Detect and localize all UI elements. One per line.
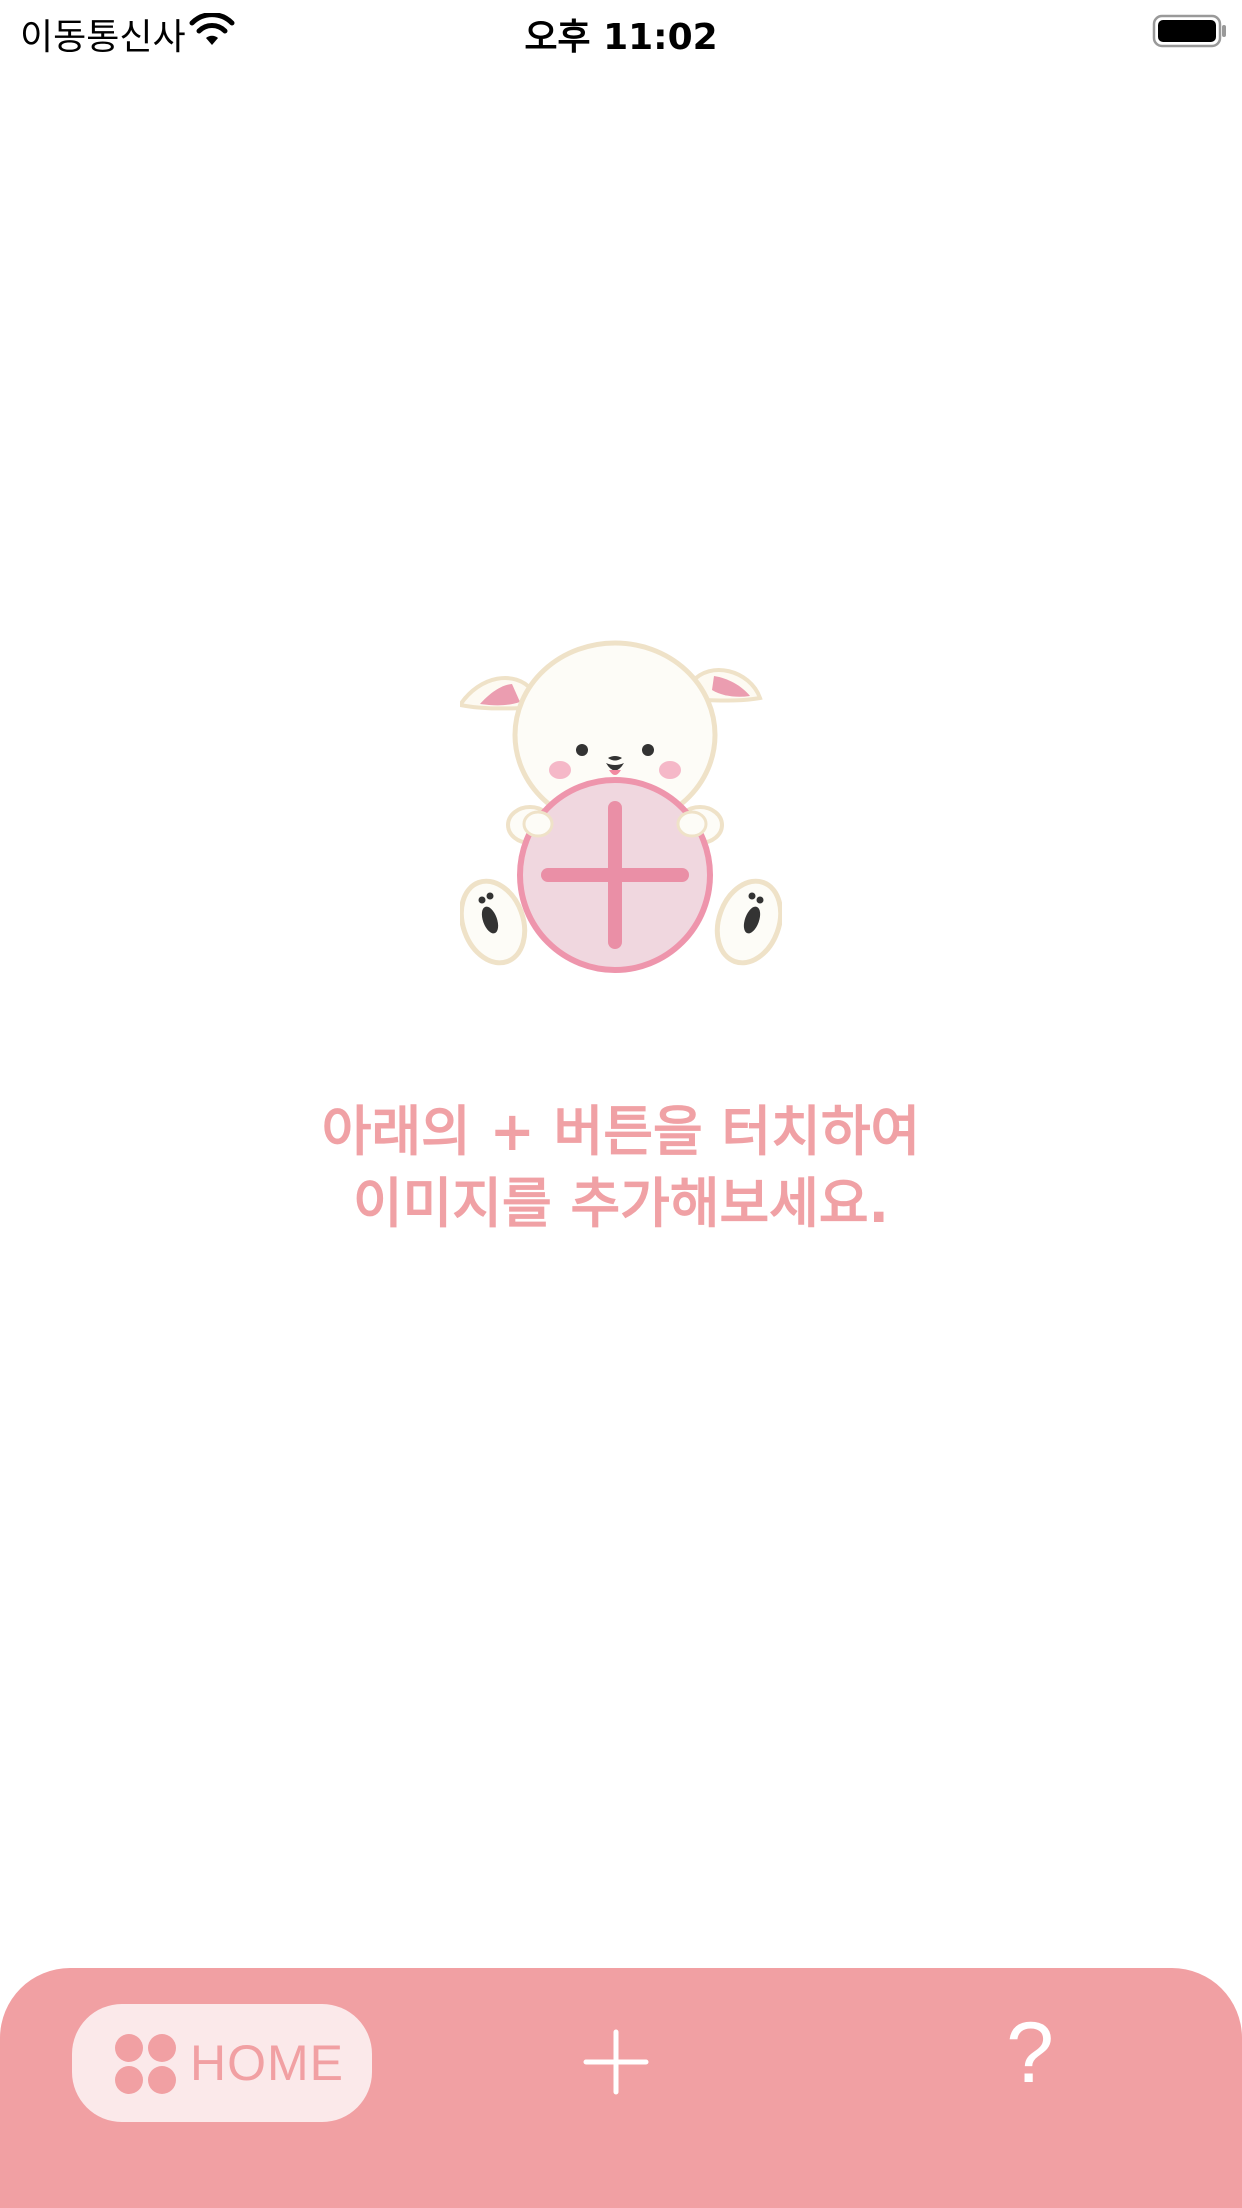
plus-icon[interactable] (580, 2026, 652, 2098)
empty-message-line-2: 이미지를 추가해보세요. (352, 1172, 890, 1235)
rabbit-holding-plus-icon (460, 640, 782, 973)
status-bar: 이동통신사 오후 11:02 (0, 0, 1242, 62)
four-dots-icon (115, 2034, 176, 2094)
tab-home-label: HOME (190, 2035, 344, 2091)
empty-message-line-1: 아래의 + 버튼을 터치하여 (321, 1100, 921, 1163)
question-icon[interactable]: ? (990, 1998, 1070, 2108)
battery-icon (1152, 14, 1226, 48)
tab-home[interactable]: HOME (72, 2004, 372, 2122)
home-screen: 이동통신사 오후 11:02 아래의 + 버튼을 터치하여 이미지를 추가해보세… (0, 0, 1242, 2208)
bottom-tab-bar: HOME ? (0, 1968, 1242, 2208)
empty-state-message: 아래의 + 버튼을 터치하여 이미지를 추가해보세요. (0, 1096, 1242, 1240)
status-time: 오후 11:02 (524, 17, 718, 58)
